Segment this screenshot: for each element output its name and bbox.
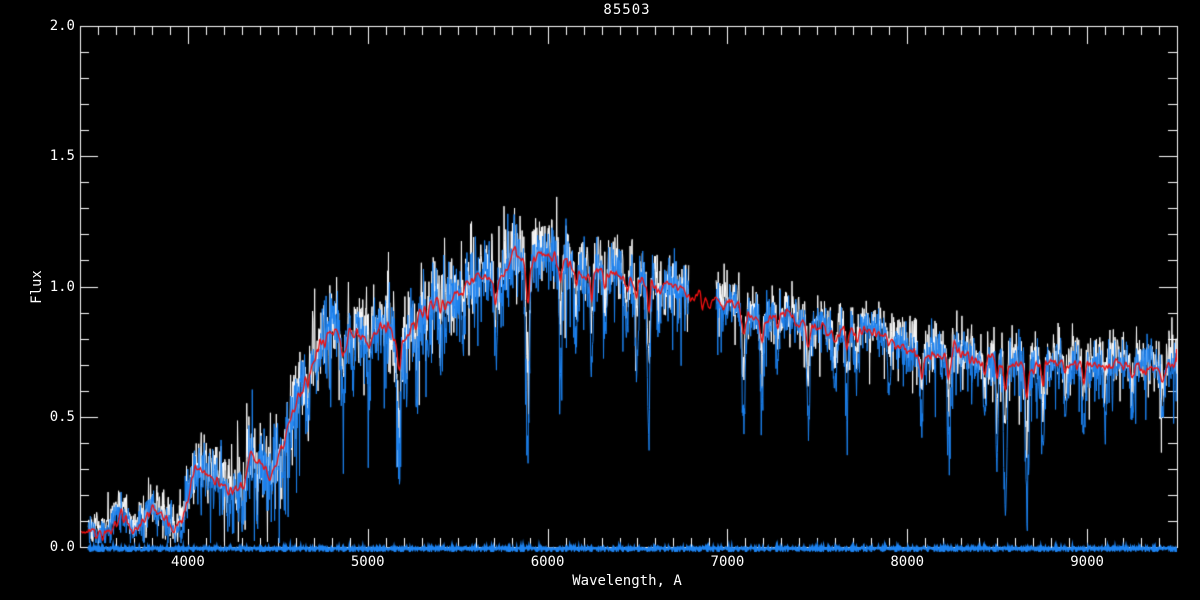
y-tick-label: 0.5 xyxy=(49,408,75,425)
y-tick-label: 0.0 xyxy=(49,539,75,555)
spectrum-plot-canvas xyxy=(0,0,1200,600)
spectrum-figure: 85503 Wavelength, A Flux 4000 5000 6000 700… xyxy=(0,0,1200,600)
x-tick-label: 4000 xyxy=(171,554,205,570)
x-tick-label: 8000 xyxy=(890,554,925,570)
x-tick-label: 9000 xyxy=(1070,554,1104,570)
x-tick-label: 5000 xyxy=(350,554,385,570)
y-tick-label: 2.0 xyxy=(49,18,75,34)
x-tick-label: 7000 xyxy=(710,554,745,570)
x-tick-label: 6000 xyxy=(530,554,565,570)
x-axis-label: Wavelength, A xyxy=(572,573,682,589)
y-axis-label: Flux xyxy=(29,270,45,304)
plot-title: 85503 xyxy=(603,2,651,18)
y-tick-label: 1.5 xyxy=(49,148,75,165)
y-tick-label: 1.0 xyxy=(49,278,75,295)
